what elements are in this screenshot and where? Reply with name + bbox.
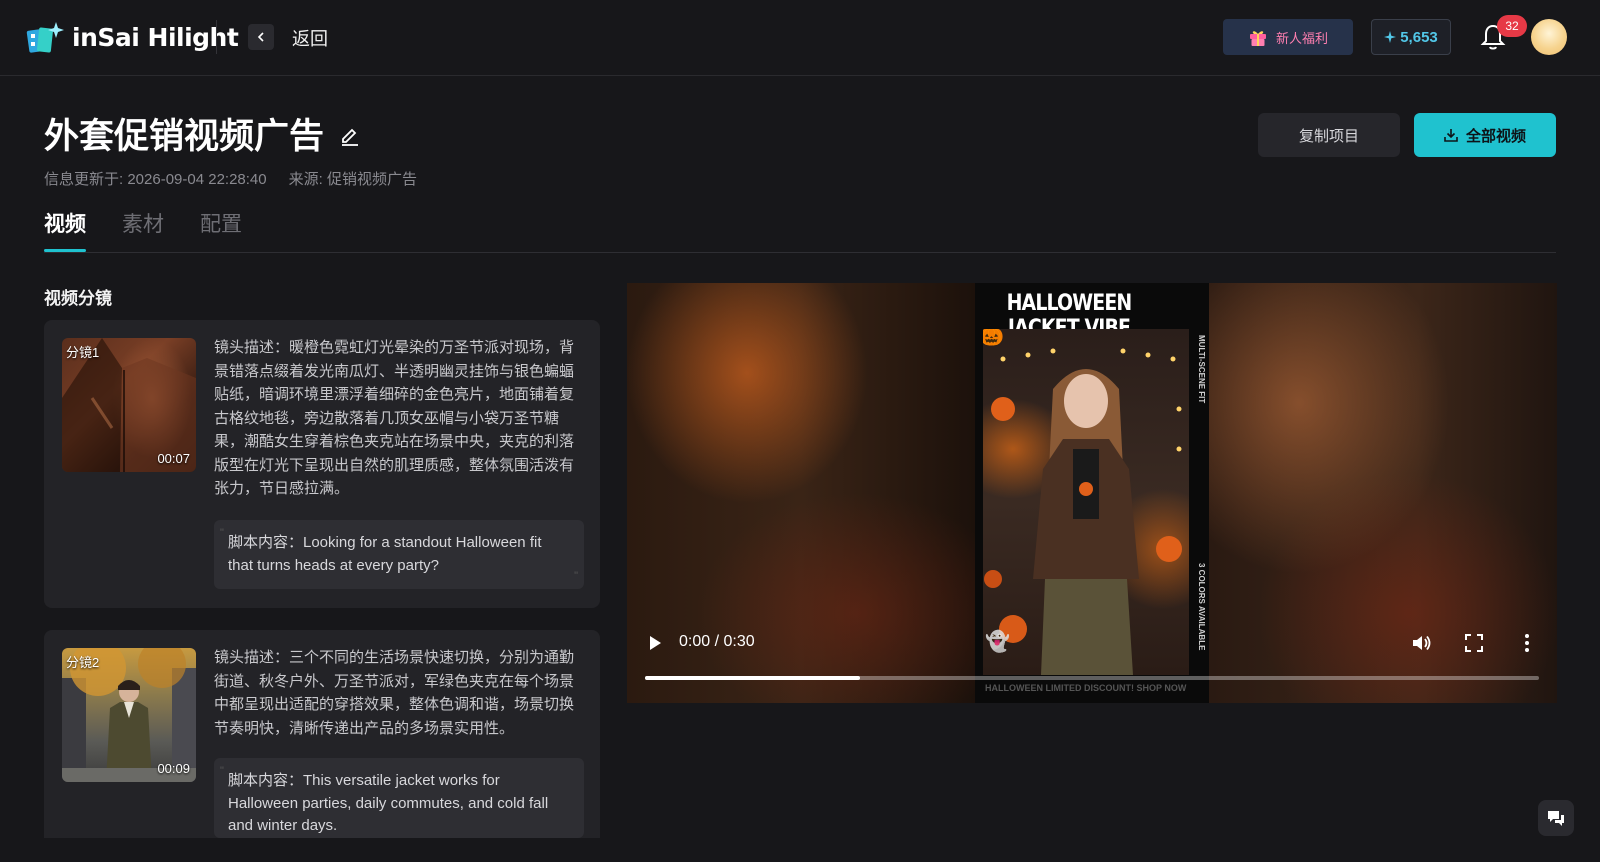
side-top-text: MULTI-SCENE FIT — [1197, 335, 1206, 404]
shot-tag: 分镜1 — [66, 345, 100, 360]
source-text: 来源: 促销视频广告 — [288, 171, 417, 188]
download-all-button[interactable]: 全部视频 — [1414, 113, 1556, 157]
gift-icon — [1249, 31, 1266, 46]
shot-description: 镜头描述：暖橙色霓虹灯光晕染的万圣节派对现场，背景错落点缀着发光南瓜灯、半透明幽… — [214, 339, 575, 497]
updated-time: 信息更新于: 2026-09-04 22:28:40 — [44, 171, 267, 188]
top-bar: inSai Hilight 返回 新人福利 5,653 32 — [0, 0, 1600, 76]
new-user-benefit-button[interactable]: 新人福利 — [1223, 19, 1353, 55]
sparkle-icon — [1384, 31, 1397, 43]
shot-duration: 00:07 — [157, 451, 190, 466]
chat-icon — [1548, 811, 1564, 826]
volume-icon[interactable] — [1411, 633, 1431, 653]
side-bottom-text: 3 COLORS AVAILABLE — [1197, 563, 1206, 651]
chevron-left-icon — [257, 32, 264, 42]
copy-project-button[interactable]: 复制项目 — [1258, 113, 1400, 157]
download-all-label: 全部视频 — [1465, 127, 1526, 145]
poster-side-label: 3 COLORS AVAILABLE — [1197, 563, 1206, 653]
video-blur-right — [1209, 283, 1557, 703]
avatar[interactable] — [1531, 19, 1567, 55]
tabs-divider — [44, 252, 1556, 253]
gift-label: 新人福利 — [1275, 30, 1328, 46]
poster-footer: HALLOWEEN LIMITED DISCOUNT! SHOP NOW — [985, 683, 1187, 693]
video-progress-bar[interactable] — [645, 676, 1539, 680]
video-player[interactable]: HALLOWEEN JACKET VIBE 🎃 👻 — [627, 283, 1557, 703]
shot-thumbnail[interactable]: 分镜2 00:09 — [62, 648, 196, 782]
ghost-icon: 👻 — [985, 631, 1010, 653]
tab-bar: 视频 素材 配置 — [44, 208, 242, 252]
quote-close-icon: " — [574, 569, 578, 582]
back-button[interactable] — [248, 24, 274, 50]
logo-icon — [26, 22, 64, 53]
tab-config[interactable]: 配置 — [200, 208, 242, 252]
model-image — [984, 348, 1182, 675]
chat-button[interactable] — [1538, 800, 1574, 836]
shot-tag: 分镜2 — [66, 655, 100, 670]
script-text: 脚本内容：This versatile jacket works for Hal… — [228, 772, 549, 834]
shot-thumbnail[interactable]: 分镜1 00:07 — [62, 338, 196, 472]
page-title: 外套促销视频广告 — [44, 117, 325, 156]
video-progress-fill — [645, 676, 860, 680]
shot-description: 镜头描述：三个不同的生活场景快速切换，分别为通勤街道、秋冬户外、万圣节派对，军绿… — [214, 649, 575, 737]
storyboard-card: 分镜2 00:09 镜头描述：三个不同的生活场景快速切换，分别为通勤街道、秋冬户… — [44, 630, 600, 838]
quote-open-icon: " — [220, 765, 224, 777]
script-box: " 脚本内容：This versatile jacket works for H… — [214, 758, 584, 838]
section-title: 视频分镜 — [44, 289, 112, 308]
pumpkin-icon: 🎃 — [983, 329, 1004, 347]
quote-open-icon: " — [220, 527, 224, 539]
poster-side-label: MULTI-SCENE FIT — [1197, 335, 1206, 405]
credits-value: 5,653 — [1400, 28, 1438, 46]
tab-video[interactable]: 视频 — [44, 208, 86, 252]
storyboard-card: 分镜1 00:07 镜头描述：暖橙色霓虹灯光晕染的万圣节派对现场，背景错落点缀着… — [44, 320, 600, 608]
tab-materials[interactable]: 素材 — [122, 208, 164, 252]
page-meta: 信息更新于: 2026-09-04 22:28:40 来源: 促销视频广告 — [44, 168, 417, 189]
download-icon — [1444, 129, 1458, 142]
edit-icon[interactable] — [338, 124, 362, 148]
video-time: 0:00 / 0:30 — [679, 633, 755, 650]
header-divider — [216, 20, 217, 54]
video-poster: HALLOWEEN JACKET VIBE 🎃 👻 — [975, 283, 1209, 703]
poster-image: 🎃 👻 — [983, 329, 1189, 675]
brand-name: inSai Hilight — [72, 22, 239, 52]
notification-badge: 32 — [1497, 15, 1527, 37]
back-label[interactable]: 返回 — [292, 25, 328, 51]
script-box: " 脚本内容：Looking for a standout Halloween … — [214, 520, 584, 589]
fullscreen-icon[interactable] — [1465, 634, 1483, 652]
brand-logo[interactable]: inSai Hilight — [26, 20, 239, 54]
script-text: 脚本内容：Looking for a standout Halloween fi… — [228, 534, 542, 574]
play-icon[interactable] — [647, 635, 663, 651]
more-options-icon[interactable] — [1523, 633, 1531, 653]
credits-balance[interactable]: 5,653 — [1371, 19, 1451, 55]
shot-duration: 00:09 — [157, 761, 190, 776]
